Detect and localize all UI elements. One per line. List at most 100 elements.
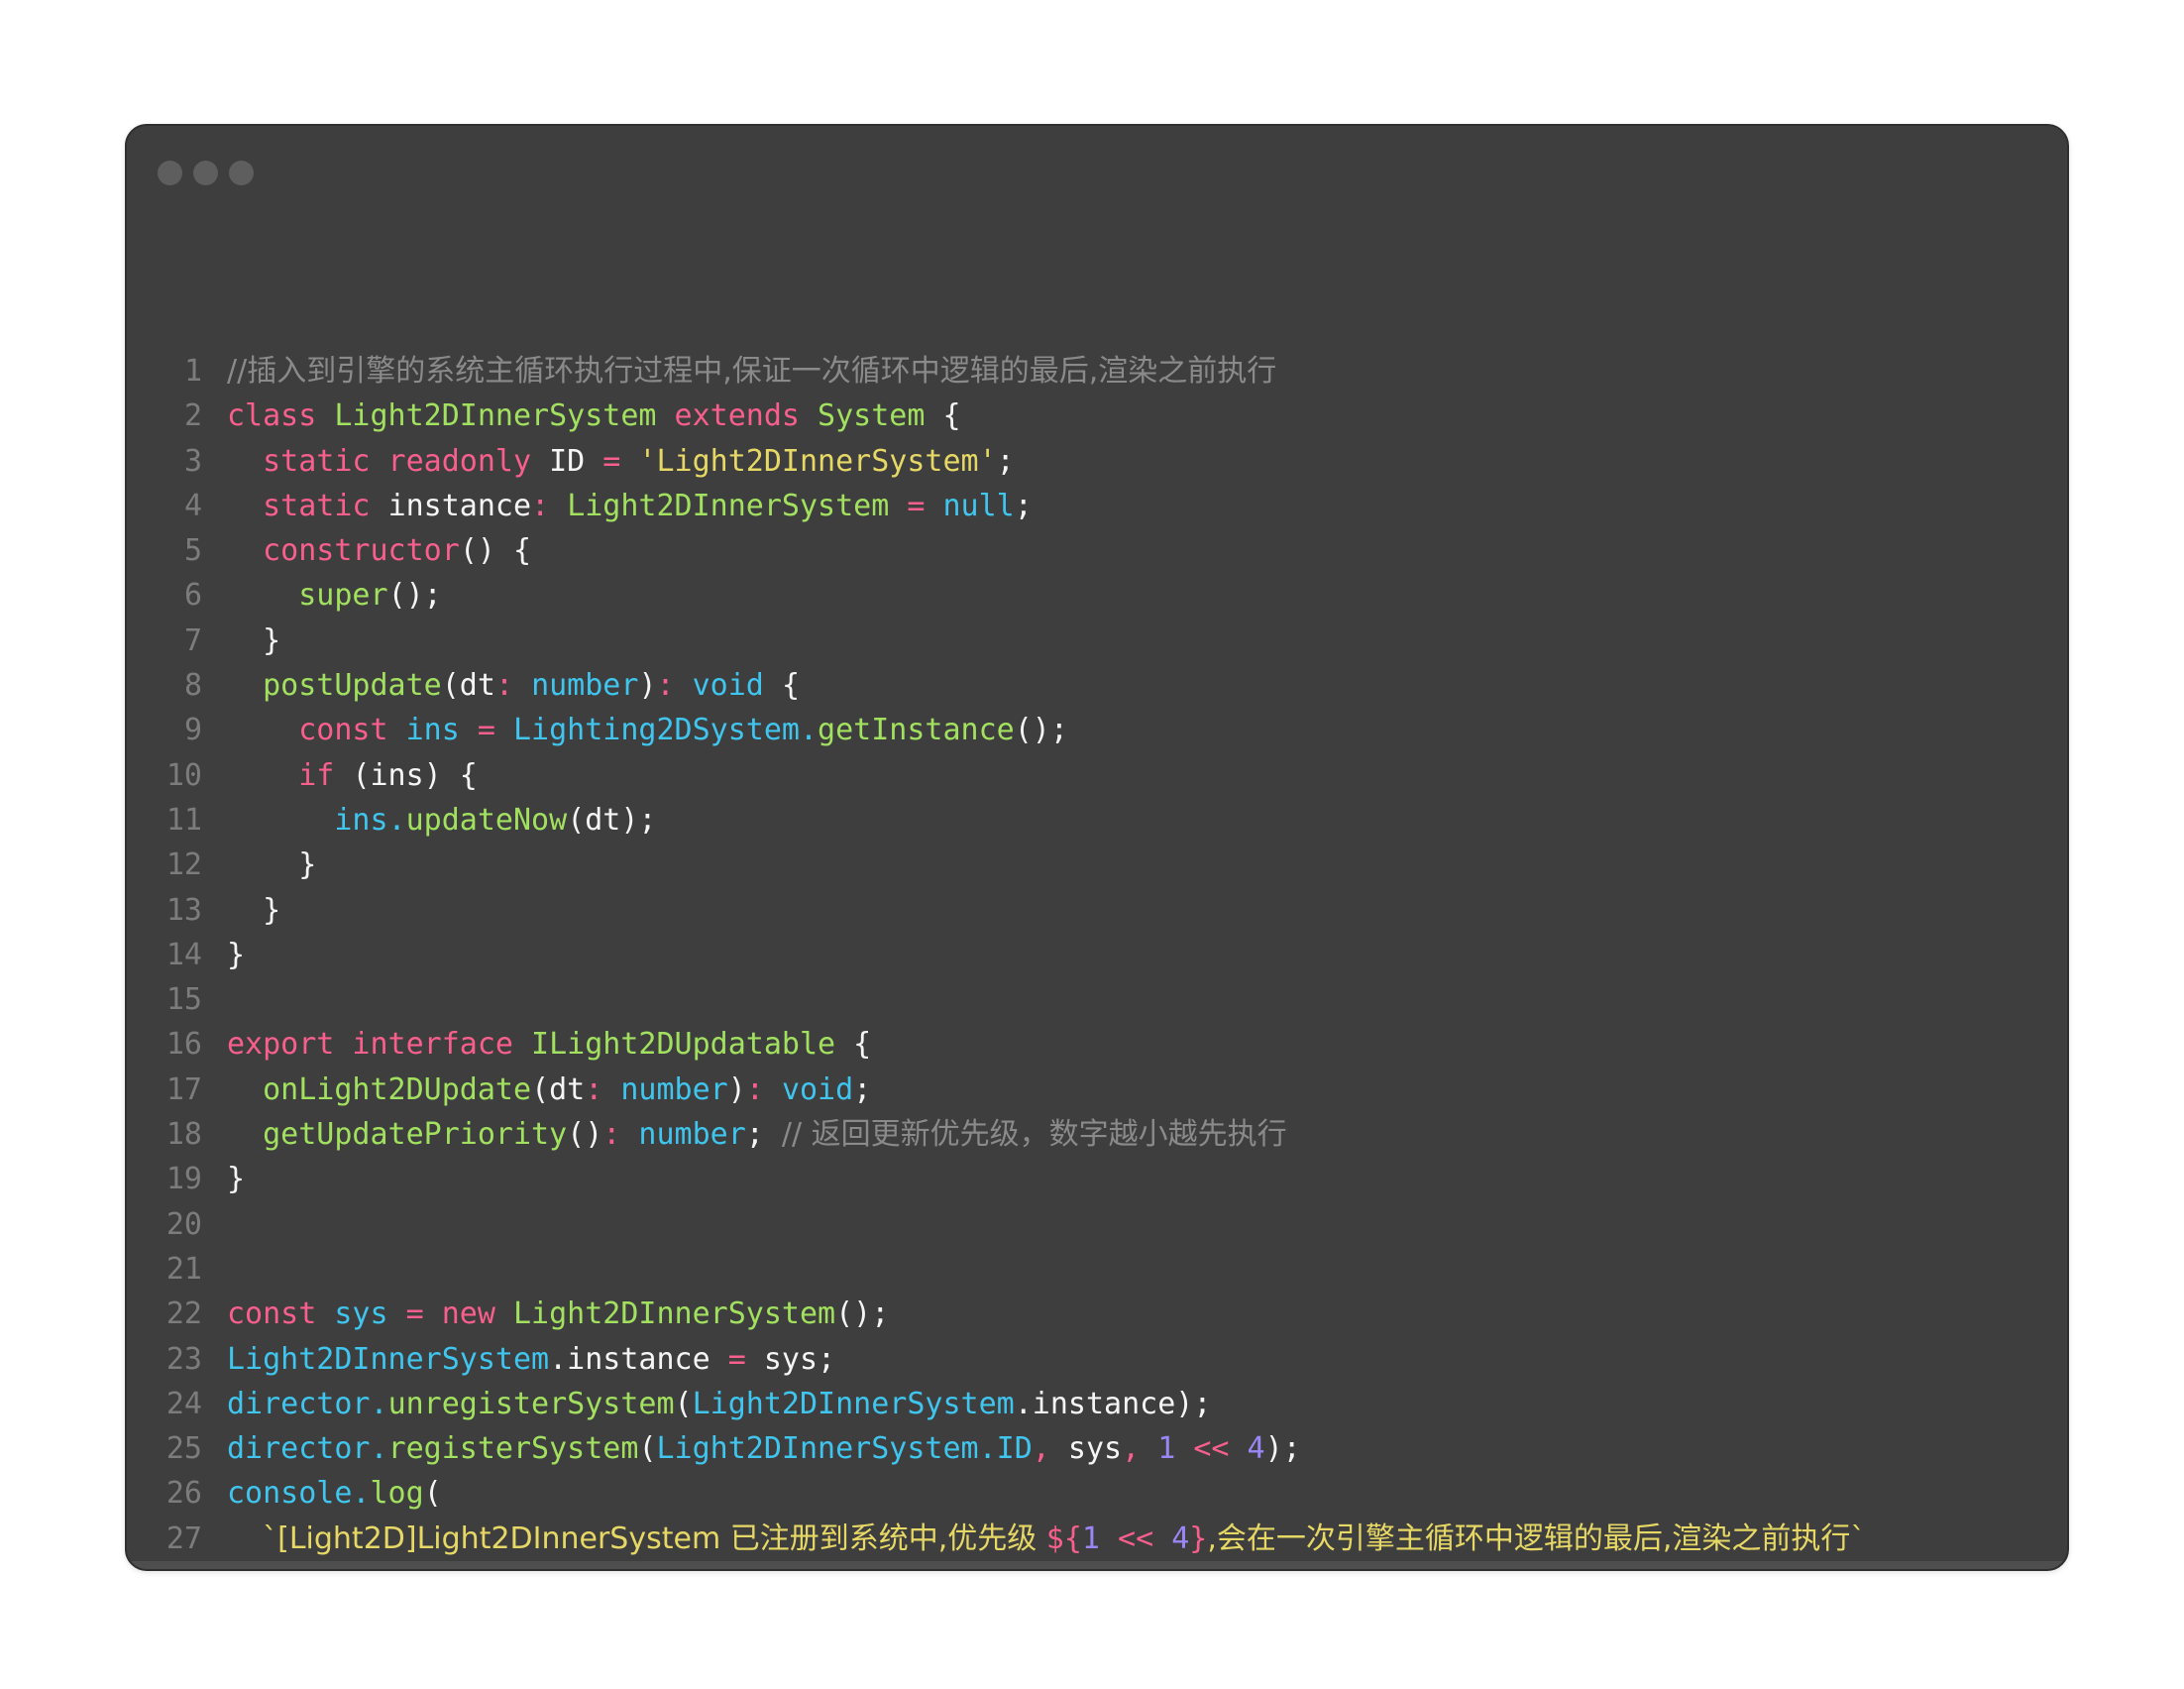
code-token: ( (638, 1431, 657, 1467)
code-line[interactable]: 8 postUpdate(dt: number): void { (127, 663, 2067, 708)
code-token: void (781, 1071, 854, 1107)
code-token: ,会在一次引擎主循环中逻辑的最后,渲染之前执行` (1207, 1520, 1866, 1556)
code-token: Light2DInnerSystem.ID (656, 1431, 1033, 1467)
code-line[interactable]: 12 } (127, 843, 2067, 887)
code-token: = (727, 1341, 764, 1377)
code-line[interactable]: 14} (127, 933, 2067, 977)
code-line[interactable]: 21 (127, 1247, 2067, 1292)
line-source: getUpdatePriority(): number; // 返回更新优先级，… (227, 1112, 1287, 1157)
code-line[interactable]: 2 class Light2DInnerSystem extends System… (127, 394, 2067, 438)
line-number: 18 (165, 1117, 202, 1153)
window-minimize-dot[interactable] (193, 161, 218, 185)
code-token: : (494, 668, 532, 704)
code-token: (dt (531, 1071, 586, 1107)
code-token: } (227, 937, 246, 972)
line-number: 6 (183, 578, 202, 614)
code-line[interactable]: 15 (127, 977, 2067, 1022)
code-line[interactable]: 4 static instance: Light2DInnerSystem = … (127, 484, 2067, 528)
line-source: static readonly ID = 'Light2DInnerSystem… (227, 439, 1015, 484)
code-line[interactable]: 11 ins.updateNow(dt); (127, 798, 2067, 843)
code-token: ; (745, 1117, 782, 1153)
code-line[interactable]: 5 constructor() { (127, 528, 2067, 573)
line-source: onLight2DUpdate(dt: number): void; (227, 1068, 871, 1112)
code-line[interactable]: 3 static readonly ID = 'Light2DInnerSyst… (127, 439, 2067, 484)
code-line[interactable]: 13 } (127, 888, 2067, 933)
code-token: ID (549, 443, 603, 479)
code-token: Light2DInnerSystem (567, 488, 908, 523)
code-token: = (477, 713, 513, 748)
code-line[interactable]: 17 onLight2DUpdate(dt: number): void; (127, 1068, 2067, 1112)
code-line[interactable]: 24 director.unregisterSystem(Light2DInner… (127, 1382, 2067, 1426)
code-token: postUpdate (263, 668, 442, 704)
code-token: static (263, 488, 388, 523)
code-token: = (405, 1296, 442, 1332)
line-number: 21 (165, 1251, 202, 1287)
code-token: { (781, 668, 800, 704)
code-line[interactable]: 16 export interface ILight2DUpdatable { (127, 1022, 2067, 1067)
code-line[interactable]: 22 const sys = new Light2DInnerSystem(); (127, 1292, 2067, 1336)
line-source: ); (227, 1561, 263, 1569)
line-number: 4 (183, 488, 202, 523)
code-token: ; (853, 1071, 872, 1107)
code-token: number (620, 1071, 728, 1107)
code-token: ); (227, 1566, 263, 1569)
line-source: Light2DInnerSystem.instance = sys; (227, 1337, 835, 1382)
code-token: } (227, 1162, 246, 1197)
code-token: director. (227, 1386, 388, 1421)
line-number: 1 (183, 354, 202, 389)
code-window: 1 //插入到引擎的系统主循环执行过程中,保证一次循环中逻辑的最后,渲染之前执行 2… (125, 124, 2069, 1571)
code-token: 4 (1171, 1520, 1190, 1556)
code-line[interactable]: 23 Light2DInnerSystem.instance = sys; (127, 1337, 2067, 1382)
code-token: ; (996, 443, 1015, 479)
code-token: ins (405, 713, 478, 748)
code-token: ${ (1045, 1520, 1082, 1556)
code-line[interactable]: 20 (127, 1202, 2067, 1247)
code-line[interactable]: 7 } (127, 619, 2067, 663)
code-line[interactable]: 26 console.log( (127, 1471, 2067, 1516)
line-number: 22 (165, 1296, 202, 1332)
line-source: ins.updateNow(dt); (227, 798, 656, 843)
line-source: } (227, 933, 245, 977)
code-token: sys (334, 1296, 406, 1332)
code-token: } (227, 847, 317, 883)
code-token: : (531, 488, 568, 523)
window-maximize-dot[interactable] (229, 161, 254, 185)
code-line[interactable]: 19} (127, 1157, 2067, 1201)
line-source: super(); (227, 573, 442, 618)
code-token: , (1122, 1431, 1158, 1467)
code-token: 'Light2DInnerSystem' (638, 443, 997, 479)
code-token: getInstance (818, 713, 1015, 748)
code-token: //插入到引擎的系统主循环执行过程中,保证一次循环中逻辑的最后,渲染之前执行 (227, 354, 1277, 389)
code-line[interactable]: 25 director.registerSystem(Light2DInnerSy… (127, 1426, 2067, 1471)
code-line[interactable]: 10 if (ins) { (127, 753, 2067, 798)
code-line[interactable]: 6 super(); (127, 573, 2067, 618)
line-number: 28 (127, 1561, 202, 1569)
code-token: () (567, 1117, 603, 1153)
code-line[interactable]: 27 `[Light2D]Light2DInnerSystem 已注册到系统中,… (127, 1517, 2067, 1561)
code-line[interactable]: 9 const ins = Lighting2DSystem.getInstan… (127, 708, 2067, 752)
code-token: 1 (1081, 1520, 1119, 1556)
window-close-dot[interactable] (158, 161, 182, 185)
line-source: console.log( (227, 1471, 442, 1516)
code-token: (); (835, 1296, 890, 1332)
code-token: getUpdatePriority (263, 1117, 568, 1153)
line-number: 27 (165, 1520, 202, 1556)
code-token: } (227, 892, 281, 928)
code-line[interactable]: 1 //插入到引擎的系统主循环执行过程中,保证一次循环中逻辑的最后,渲染之前执行 (127, 349, 2067, 394)
code-token: // 返回更新优先级，数字越小越先执行 (781, 1117, 1287, 1153)
code-token: Lighting2DSystem. (513, 713, 819, 748)
code-token: Light2DInnerSystem (227, 1341, 550, 1377)
code-token: ; (1014, 488, 1033, 523)
line-source: const sys = new Light2DInnerSystem(); (227, 1292, 889, 1336)
line-number: 14 (165, 937, 202, 972)
code-token: `[Light2D]Light2DInnerSystem 已注册到系统中,优先级 (263, 1520, 1046, 1556)
code-line[interactable]: 18 getUpdatePriority(): number; // 返回更新优… (127, 1112, 2067, 1157)
code-token: << (1118, 1520, 1172, 1556)
code-line[interactable]: 28); (127, 1561, 2067, 1569)
code-editor[interactable]: 1 //插入到引擎的系统主循环执行过程中,保证一次循环中逻辑的最后,渲染之前执行 2… (127, 349, 2067, 1569)
